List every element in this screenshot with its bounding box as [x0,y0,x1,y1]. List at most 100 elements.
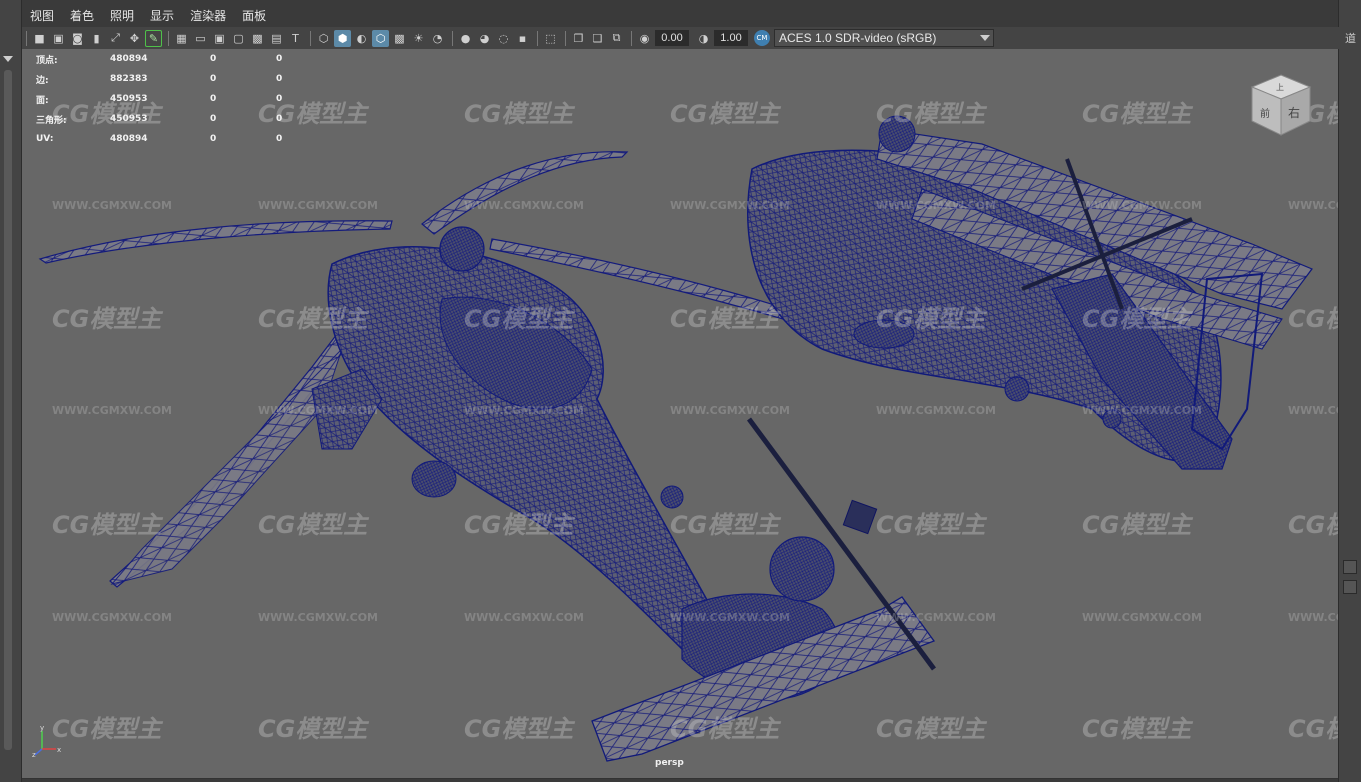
exposure-icon[interactable]: ◉ [636,30,653,47]
hud-value: 0 [210,74,217,84]
separator [631,30,632,46]
separator [565,30,566,46]
hud-value: 450953 [110,94,148,104]
view-cube-right-label: 右 [1288,105,1300,120]
hud-value: 0 [276,114,283,124]
menu-show[interactable]: 显示 [142,5,182,25]
separator [168,30,169,46]
tail-dome [769,536,835,602]
default-material-icon[interactable]: ◐ [353,30,370,47]
select-camera-icon[interactable]: ■ [31,30,48,47]
svg-text:x: x [57,746,61,754]
view-transform-dropdown[interactable]: ACES 1.0 SDR-video (sRGB) [774,29,994,47]
camera-attributes-icon[interactable]: ▣ [50,30,67,47]
poly-count-hud: 顶点: 480894 0 0 边: 882383 0 0 面: 450953 0… [36,49,316,149]
motion-blur-icon[interactable]: ◕ [476,30,493,47]
menu-lighting[interactable]: 照明 [102,5,142,25]
wheel-2 [1004,376,1030,402]
field-chart-icon[interactable]: ▩ [249,30,266,47]
view-cube-front-label: 前 [1260,107,1270,120]
axis-gizmo: z x y [32,724,61,759]
hud-value: 480894 [110,54,148,64]
right-dock: 道 [1338,0,1361,782]
menu-panels[interactable]: 面板 [234,5,274,25]
camera-name-label: persp [655,758,684,768]
hud-value: 0 [210,114,217,124]
move-icon[interactable]: ✥ [126,30,143,47]
model-wireframe [38,115,1313,762]
hud-value: 0 [210,134,217,144]
wheel-2 [1102,409,1122,429]
hud-value: 0 [276,54,283,64]
panel-toolbar: ■ ▣ ◙ ▮ ⤢ ✥ ✎ ▦ ▭ ▣ ▢ ▩ ▤ T ⬡ ⬢ ◐ ⬡ ▩ ☀ … [22,27,1340,49]
wireframe-icon[interactable]: ⬡ [315,30,332,47]
textured-icon[interactable]: ▩ [391,30,408,47]
image-plane-icon[interactable]: ▮ [88,30,105,47]
rotor-blade [421,151,629,235]
grid-icon[interactable]: ▦ [173,30,190,47]
hud-value: 882383 [110,74,148,84]
right-dock-label: 道 [1345,32,1356,45]
rotor-blade [38,220,393,264]
anti-aliasing-icon[interactable]: ◌ [495,30,512,47]
chevron-down-icon [980,35,990,41]
shadows-icon[interactable]: ◔ [429,30,446,47]
rotor-hub-2 [878,115,916,153]
smooth-shade-icon[interactable]: ⬢ [334,29,351,47]
fuel-tank [411,460,457,498]
xray-joints-icon[interactable]: ❑ [589,30,606,47]
hud-row-edges: 边: 882383 0 0 [36,69,316,89]
view-transform-value: ACES 1.0 SDR-video (sRGB) [779,31,937,45]
hud-value: 0 [210,94,217,104]
hud-row-vertices: 顶点: 480894 0 0 [36,49,316,69]
menu-renderer[interactable]: 渲染器 [182,5,234,25]
left-scrollbar[interactable] [4,70,12,750]
hud-value: 0 [276,74,283,84]
wireframe-on-shaded-icon[interactable]: ⬡ [372,29,389,47]
dock-button[interactable] [1343,580,1357,594]
hud-value: 450953 [110,114,148,124]
hud-label: 面: [36,95,49,106]
grease-pencil-icon[interactable]: ✎ [145,29,162,47]
lights-icon[interactable]: ☀ [410,30,427,47]
ambient-occlusion-icon[interactable]: ● [457,30,474,47]
depth-of-field-icon[interactable]: ▪ [514,30,531,47]
panel-menubar: 视图 着色 照明 显示 渲染器 面板 [22,5,274,25]
hud-value: 480894 [110,134,148,144]
left-dock [0,0,22,782]
rotor-hub [439,226,485,272]
safe-title-icon[interactable]: T [287,30,304,47]
viewport-3d[interactable]: CG模型主CG模型主CG模型主CG模型主CG模型主CG模型主CG模型主CG模型主… [22,49,1338,779]
film-gate-icon[interactable]: ▭ [192,30,209,47]
tail-rotor-hub [842,499,878,535]
exposure-field[interactable]: 0.00 [655,30,689,46]
hud-label: 顶点: [36,55,58,66]
hud-value: 0 [276,134,283,144]
hud-value: 0 [276,94,283,104]
hud-row-faces: 面: 450953 0 0 [36,89,316,109]
svg-text:z: z [32,751,36,759]
isolate-select-icon[interactable]: ⬚ [542,30,559,47]
svg-text:y: y [40,724,44,732]
gamma-field[interactable]: 1.00 [714,30,748,46]
color-management-icon[interactable]: CM [754,30,770,46]
gamma-icon[interactable]: ◑ [695,30,712,47]
dock-button[interactable] [1343,560,1357,574]
collapse-arrow-icon[interactable] [3,56,13,62]
rotor-blade [110,348,343,585]
bookmark-icon[interactable]: ◙ [69,30,86,47]
view-cube[interactable]: 上 前 右 [1246,71,1316,141]
hud-row-uvs: UV: 480894 0 0 [36,129,316,149]
view-cube-top-label: 上 [1276,83,1284,92]
safe-action-icon[interactable]: ▤ [268,30,285,47]
xray-components-icon[interactable]: ⧉ [608,30,625,47]
hud-value: 0 [210,54,217,64]
separator [537,30,538,46]
menu-view[interactable]: 视图 [22,5,62,25]
gate-mask-icon[interactable]: ▢ [230,30,247,47]
separator [452,30,453,46]
xray-icon[interactable]: ❐ [570,30,587,47]
resolution-gate-icon[interactable]: ▣ [211,30,228,47]
menu-shading[interactable]: 着色 [62,5,102,25]
2d-pan-zoom-icon[interactable]: ⤢ [107,30,124,47]
